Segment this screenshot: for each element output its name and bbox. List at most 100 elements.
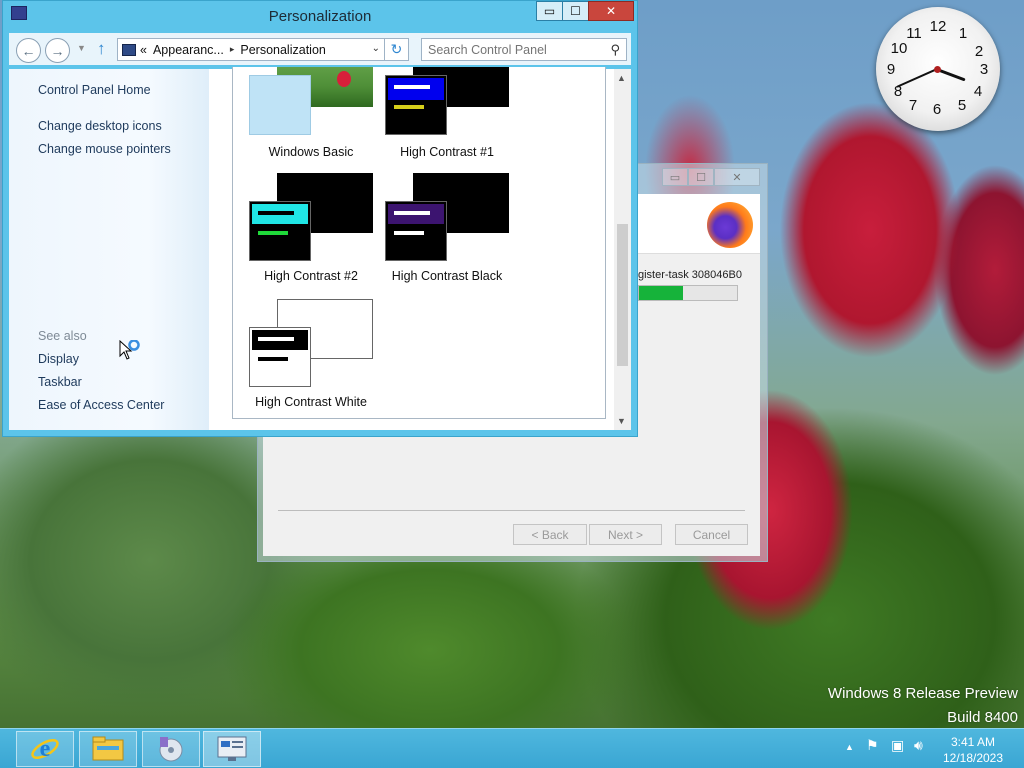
watermark-line-2: Build 8400 [947,709,1018,726]
text-line-preview [258,211,294,215]
personalization-window[interactable]: Personalization ▭ ☐ ✕ ← → ▼ ↑ « Appearan… [2,0,638,437]
show-hidden-icons[interactable]: ▲ [845,742,854,752]
text-line-preview [394,85,430,89]
text-line-preview [394,231,424,235]
maximize-button[interactable]: ☐ [562,1,589,21]
search-icon[interactable]: ⚲ [610,42,620,58]
text-line-preview [258,231,288,235]
next-button[interactable]: Next > [589,524,662,545]
scroll-up-icon[interactable]: ▲ [617,73,626,83]
ease-of-access-center-link[interactable]: Ease of Access Center [38,398,164,412]
volume-icon[interactable]: 🔊︎ [914,737,923,754]
search-box[interactable]: ⚲ [421,38,627,61]
control-panel-button[interactable] [203,731,261,767]
theme-window-preview [249,75,311,135]
left-pane: Control Panel Home Change desktop icons … [9,69,209,430]
text-line-preview [258,357,288,361]
installer-progress-bar [638,285,738,301]
clock-number: 12 [929,18,947,35]
breadcrumb-personalization[interactable]: Personalization [240,43,325,57]
clock-number: 11 [906,25,922,42]
text-line-preview [394,211,430,215]
change-mouse-pointers-link[interactable]: Change mouse pointers [38,142,171,156]
watermark-line-1: Windows 8 Release Preview [827,685,1018,702]
theme-window-preview [385,201,447,261]
theme-windows-basic[interactable]: Windows Basic [249,67,389,175]
change-desktop-icons-link[interactable]: Change desktop icons [38,119,162,133]
refresh-icon[interactable]: ↻ [384,39,408,60]
window-body: Control Panel Home Change desktop icons … [9,67,631,430]
chevron-right-icon[interactable]: ▸ [230,44,235,55]
search-input[interactable] [422,39,598,60]
theme-label: High Contrast #1 [400,145,494,159]
clock-minute-hand [896,68,938,88]
installer-close-button[interactable]: ✕ [714,168,760,186]
theme-label: Windows Basic [268,145,354,159]
taskbar: e ▲ ⚑ ▣ 🔊︎ 3:41 AM 12/18/2023 [0,728,1024,768]
installer-task-text: gister-task 308046B0 [638,269,742,281]
see-also-heading: See also [38,329,87,343]
file-explorer-icon [92,736,124,761]
content-pane: Windows Basic High Contrast #1 High Cont… [209,67,631,430]
installer-minimize-button[interactable]: ▭ [662,168,688,186]
network-icon[interactable]: ▣ [891,737,904,754]
control-panel-icon [122,43,136,56]
theme-label: High Contrast Black [391,269,503,283]
theme-high-contrast-1[interactable]: High Contrast #1 [385,67,525,175]
text-line-preview [258,337,294,341]
back-button[interactable]: < Back [513,524,587,545]
theme-high-contrast-white[interactable]: High Contrast White [249,299,389,418]
clock-tray[interactable]: 3:41 AM 12/18/2023 [938,734,1008,766]
text-line-preview [394,105,424,109]
title-bar[interactable]: Personalization ▭ ☐ ✕ [3,1,637,31]
vertical-scrollbar[interactable]: ▲ ▼ [614,69,631,430]
clock-gadget[interactable]: 12 1 2 3 4 5 6 7 8 9 10 11 [876,7,1000,131]
internet-explorer-icon: e [31,736,59,762]
breadcrumb-appearance[interactable]: Appearanc... [153,43,224,57]
installer-progress-fill [639,286,684,300]
installer-divider [278,510,745,511]
flag-icon[interactable]: ⚑ [866,737,879,754]
address-bar[interactable]: « Appearanc... ▸ Personalization ⌄ ↻ [117,38,409,61]
clock-number: 10 [890,40,908,57]
theme-high-contrast-2[interactable]: High Contrast #2 [249,173,389,293]
caption-buttons: ▭ ☐ ✕ [536,1,634,21]
close-button[interactable]: ✕ [588,1,634,21]
theme-window-preview [249,201,311,261]
internet-explorer-button[interactable]: e [16,731,74,767]
clock-number: 9 [886,61,896,78]
clock-number: 1 [958,25,968,42]
minimize-button[interactable]: ▭ [536,1,563,21]
control-panel-home-link[interactable]: Control Panel Home [38,83,151,97]
tray-date: 12/18/2023 [942,751,1004,765]
clock-center [934,66,941,73]
media-player-icon [159,737,183,762]
recent-pages-dropdown[interactable]: ▼ [77,43,86,53]
arrow-right-icon: → [50,42,65,59]
installer-caption-buttons: ▭ ☐ ✕ [662,168,760,186]
theme-gallery: Windows Basic High Contrast #1 High Cont… [232,67,606,419]
tulip-preview [337,71,351,87]
media-player-button[interactable] [142,731,200,767]
arrow-up-icon[interactable]: ↑ [97,39,106,59]
navigation-bar: ← → ▼ ↑ « Appearanc... ▸ Personalization… [9,33,631,65]
chevron-down-icon[interactable]: ⌄ [372,43,380,54]
theme-high-contrast-black[interactable]: High Contrast Black [385,173,525,293]
forward-nav-button[interactable]: → [45,38,70,63]
svg-text:e: e [40,736,51,762]
scrollbar-thumb[interactable] [617,224,628,366]
firefox-logo-icon [707,202,753,248]
taskbar-link[interactable]: Taskbar [38,375,82,389]
cancel-button[interactable]: Cancel [675,524,748,545]
title-bar-preview [388,78,444,100]
theme-label: High Contrast #2 [264,269,358,283]
display-link[interactable]: Display [38,352,79,366]
back-nav-button[interactable]: ← [16,38,41,63]
theme-window-preview [385,75,447,135]
tray-time: 3:41 AM [950,735,996,749]
scroll-down-icon[interactable]: ▼ [617,416,626,426]
breadcrumb-overflow[interactable]: « [140,43,147,57]
theme-window-preview [249,327,311,387]
installer-maximize-button[interactable]: ☐ [688,168,714,186]
file-explorer-button[interactable] [79,731,137,767]
